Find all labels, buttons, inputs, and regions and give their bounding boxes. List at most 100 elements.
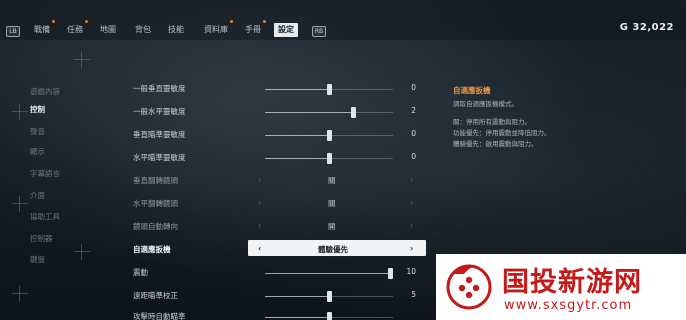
category-interface[interactable]: 介面 bbox=[30, 190, 45, 201]
setting-value: 0 bbox=[411, 129, 416, 138]
setting-row-selected[interactable]: 自適應扳機 ‹ 體驗優先 › bbox=[128, 240, 428, 259]
top-nav-bar: LB 戰備 任務 地圖 背包 技能 資料庫 手冊 設定 RB G 32,022 bbox=[0, 0, 686, 40]
setting-label: 水平瞄準靈敏度 bbox=[133, 153, 186, 162]
slider-fill bbox=[265, 317, 329, 318]
setting-choice-value: 關 bbox=[328, 176, 336, 185]
category-keyboard[interactable]: 鍵盤 bbox=[30, 254, 45, 265]
watermark-title: 国投新游网 bbox=[502, 267, 642, 298]
notification-dot-icon bbox=[85, 20, 88, 23]
category-display[interactable]: 顯示 bbox=[30, 146, 45, 157]
chevron-right-icon[interactable]: › bbox=[410, 244, 413, 253]
tab-equipment-label: 戰備 bbox=[34, 25, 50, 34]
setting-value: 2 bbox=[411, 106, 416, 115]
setting-label: 自適應扳機 bbox=[133, 245, 171, 254]
slider-fill bbox=[265, 112, 353, 113]
chevron-left-icon[interactable]: ‹ bbox=[258, 175, 261, 184]
tab-manual[interactable]: 手冊 bbox=[243, 20, 266, 37]
tab-skills-label: 技能 bbox=[168, 25, 184, 34]
category-gameplay[interactable]: 遊戲內容 bbox=[30, 86, 60, 97]
notification-dot-icon bbox=[52, 20, 55, 23]
crosshair-decoration-icon bbox=[12, 104, 28, 120]
watermark-banner: 国投新游网 www.sxsgytr.com bbox=[436, 254, 686, 320]
slider-fill bbox=[265, 158, 329, 159]
slider-track[interactable] bbox=[265, 153, 393, 164]
tab-equipment[interactable]: 戰備 bbox=[32, 20, 55, 37]
slider-track[interactable] bbox=[265, 107, 393, 118]
tab-inventory[interactable]: 背包 bbox=[133, 23, 153, 37]
setting-label: 遠距瞄準校正 bbox=[133, 291, 178, 300]
setting-label: 震動 bbox=[133, 268, 148, 277]
tab-manual-label: 手冊 bbox=[245, 25, 261, 34]
chevron-right-icon[interactable]: › bbox=[410, 175, 413, 184]
tab-database-label: 資料庫 bbox=[204, 25, 228, 34]
setting-choice-value: 體驗優先 bbox=[318, 245, 348, 254]
lb-bumper-icon[interactable]: LB bbox=[6, 26, 20, 37]
tab-quests[interactable]: 任務 bbox=[65, 20, 88, 37]
tab-settings[interactable]: 設定 bbox=[274, 23, 298, 37]
tab-database[interactable]: 資料庫 bbox=[202, 20, 233, 37]
slider-fill bbox=[265, 296, 329, 297]
chevron-right-icon[interactable]: › bbox=[410, 221, 413, 230]
setting-label: 垂直翻轉鏡頭 bbox=[133, 176, 178, 185]
setting-row[interactable]: 水平瞄準靈敏度 0 bbox=[128, 149, 428, 167]
setting-value: 0 bbox=[411, 83, 416, 92]
setting-value: 0 bbox=[411, 152, 416, 161]
slider-handle[interactable] bbox=[327, 291, 332, 302]
setting-value: 5 bbox=[411, 290, 416, 299]
tab-skills[interactable]: 技能 bbox=[166, 23, 186, 37]
crosshair-decoration-icon bbox=[74, 244, 90, 260]
slider-handle[interactable] bbox=[327, 153, 332, 164]
setting-row[interactable]: 遠距瞄準校正 5 bbox=[128, 287, 428, 305]
watermark-logo-icon bbox=[446, 264, 492, 310]
tab-inventory-label: 背包 bbox=[135, 25, 151, 34]
description-subtitle: 調取自適應扳機模式。 bbox=[453, 100, 518, 108]
tab-map[interactable]: 地圖 bbox=[98, 23, 118, 37]
description-title: 自適應扳機 bbox=[453, 86, 491, 95]
slider-fill bbox=[265, 135, 329, 136]
slider-track[interactable] bbox=[265, 312, 393, 320]
chevron-left-icon[interactable]: ‹ bbox=[258, 221, 261, 230]
rb-bumper-icon[interactable]: RB bbox=[312, 26, 326, 37]
category-accessibility[interactable]: 協助工具 bbox=[30, 211, 60, 222]
setting-row[interactable]: 垂直瞄準靈敏度 0 bbox=[128, 126, 428, 144]
setting-label: 一般垂直靈敏度 bbox=[133, 84, 186, 93]
slider-handle[interactable] bbox=[327, 130, 332, 141]
setting-row[interactable]: 水平翻轉鏡頭 ‹ 關 › bbox=[128, 195, 428, 213]
tab-settings-label: 設定 bbox=[278, 25, 294, 34]
currency-counter: G 32,022 bbox=[619, 22, 674, 33]
category-subtitles-language[interactable]: 字幕語言 bbox=[30, 168, 60, 179]
setting-value: 10 bbox=[406, 267, 416, 276]
setting-row[interactable]: 攻擊時自動瞄準 bbox=[128, 308, 428, 320]
setting-row[interactable]: 一般水平靈敏度 2 bbox=[128, 103, 428, 121]
slider-handle[interactable] bbox=[388, 268, 393, 279]
setting-label: 垂直瞄準靈敏度 bbox=[133, 130, 186, 139]
chevron-left-icon[interactable]: ‹ bbox=[258, 198, 261, 207]
chevron-right-icon[interactable]: › bbox=[410, 198, 413, 207]
category-controls[interactable]: 控制 bbox=[30, 104, 45, 115]
description-line: 功能優先：停用震動並降低阻力。 bbox=[453, 129, 551, 137]
setting-label: 攻擊時自動瞄準 bbox=[133, 312, 186, 320]
setting-row[interactable]: 震動 10 bbox=[128, 264, 428, 282]
crosshair-decoration-icon bbox=[12, 286, 28, 302]
description-line: 關：停用所有震動與阻力。 bbox=[453, 118, 531, 126]
category-audio[interactable]: 聲音 bbox=[30, 126, 45, 137]
category-controller[interactable]: 控制器 bbox=[30, 233, 53, 244]
slider-handle[interactable] bbox=[351, 107, 356, 118]
slider-track[interactable] bbox=[265, 84, 393, 95]
slider-track[interactable] bbox=[265, 268, 393, 279]
setting-row[interactable]: 一般垂直靈敏度 0 bbox=[128, 80, 428, 98]
description-line: 體驗優先：啟用震動與阻力。 bbox=[453, 140, 538, 148]
setting-label: 鏡頭自動轉向 bbox=[133, 222, 178, 231]
slider-track[interactable] bbox=[265, 291, 393, 302]
setting-row[interactable]: 鏡頭自動轉向 ‹ 開 › bbox=[128, 218, 428, 236]
setting-label: 一般水平靈敏度 bbox=[133, 107, 186, 116]
chevron-left-icon[interactable]: ‹ bbox=[258, 244, 261, 253]
crosshair-decoration-icon bbox=[74, 52, 90, 68]
setting-label: 水平翻轉鏡頭 bbox=[133, 199, 178, 208]
slider-fill bbox=[265, 273, 390, 274]
slider-handle[interactable] bbox=[327, 312, 332, 320]
notification-dot-icon bbox=[230, 20, 233, 23]
setting-row[interactable]: 垂直翻轉鏡頭 ‹ 關 › bbox=[128, 172, 428, 190]
slider-track[interactable] bbox=[265, 130, 393, 141]
slider-handle[interactable] bbox=[327, 84, 332, 95]
